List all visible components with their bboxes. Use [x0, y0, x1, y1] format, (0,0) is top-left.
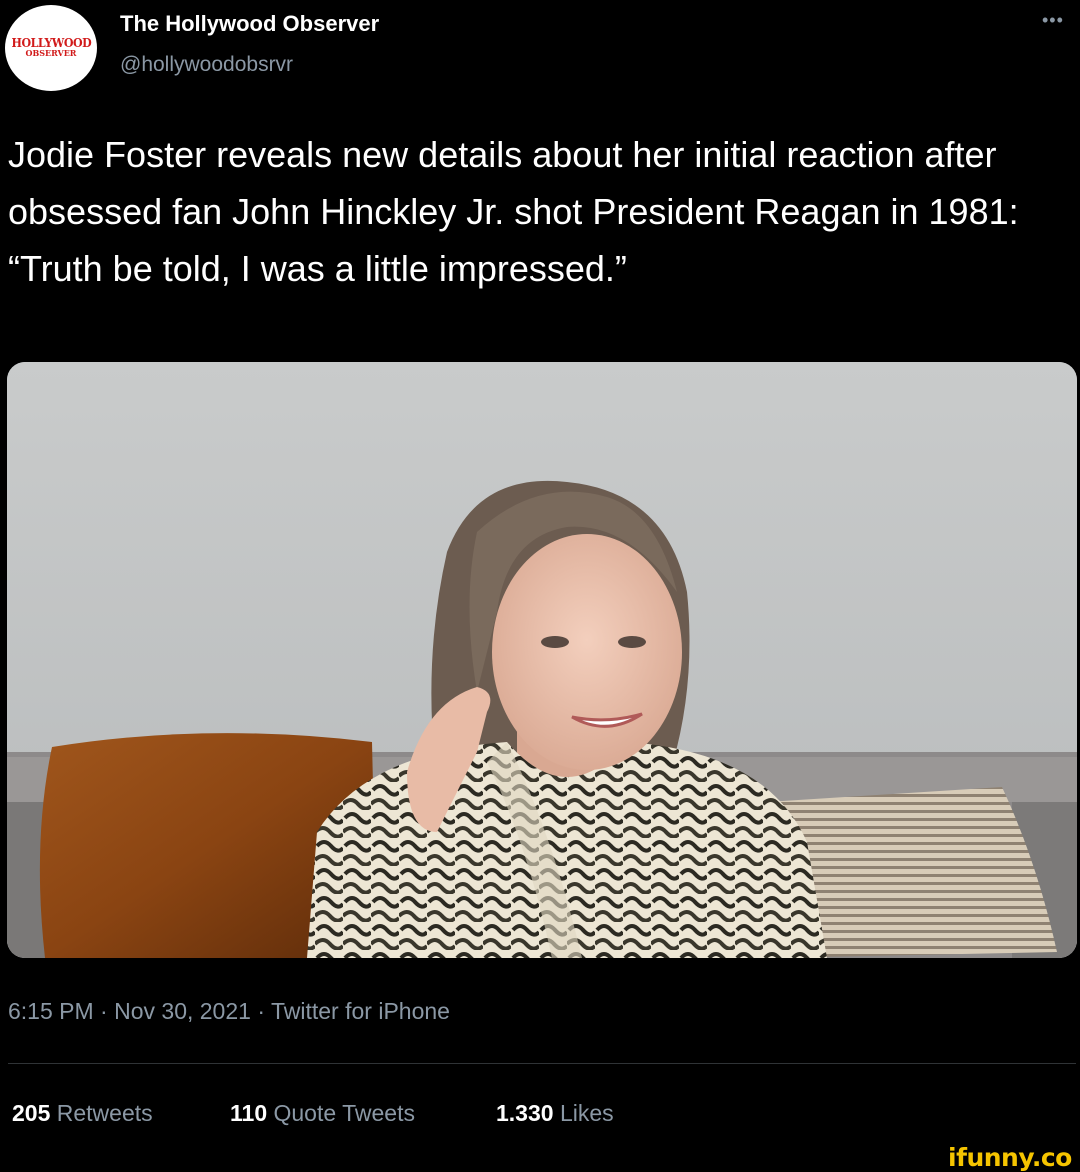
retweets-count: 205	[12, 1100, 51, 1126]
meta-separator: ·	[100, 998, 108, 1024]
account-name[interactable]: The Hollywood Observer	[120, 11, 379, 37]
tweet-meta: 6:15 PM · Nov 30, 2021 · Twitter for iPh…	[8, 998, 450, 1025]
likes-stat[interactable]: 1.330 Likes	[496, 1100, 614, 1127]
avatar-logo-line1: HOLLYWOOD	[11, 36, 91, 50]
tweet-source[interactable]: Twitter for iPhone	[271, 998, 450, 1024]
account-handle[interactable]: @hollywoodobsrvr	[120, 53, 293, 77]
tweet-date[interactable]: Nov 30, 2021	[114, 998, 251, 1024]
tweet-text: Jodie Foster reveals new details about h…	[8, 134, 1019, 289]
media-photo	[7, 362, 1077, 958]
quote-tweets-label: Quote Tweets	[273, 1100, 416, 1126]
watermark-logo: ifunny.co	[948, 1143, 1072, 1172]
likes-label: Likes	[559, 1100, 614, 1126]
quote-tweets-stat[interactable]: 110 Quote Tweets	[230, 1100, 496, 1127]
more-icon[interactable]: •••	[1042, 10, 1064, 31]
meta-separator: ·	[257, 998, 265, 1024]
retweets-stat[interactable]: 205 Retweets	[12, 1100, 230, 1127]
tweet-media[interactable]	[7, 362, 1077, 958]
tweet-time[interactable]: 6:15 PM	[8, 998, 94, 1024]
footer-band	[0, 1150, 1080, 1171]
retweets-label: Retweets	[56, 1100, 153, 1126]
quote-tweets-count: 110	[230, 1100, 268, 1126]
divider	[8, 1063, 1076, 1064]
avatar[interactable]: HOLLYWOOD OBSERVER	[5, 5, 97, 91]
avatar-logo-line2: OBSERVER	[25, 48, 77, 58]
likes-count: 1.330	[496, 1100, 554, 1126]
engagement-stats: 205 Retweets 110 Quote Tweets 1.330 Like…	[12, 1100, 614, 1127]
